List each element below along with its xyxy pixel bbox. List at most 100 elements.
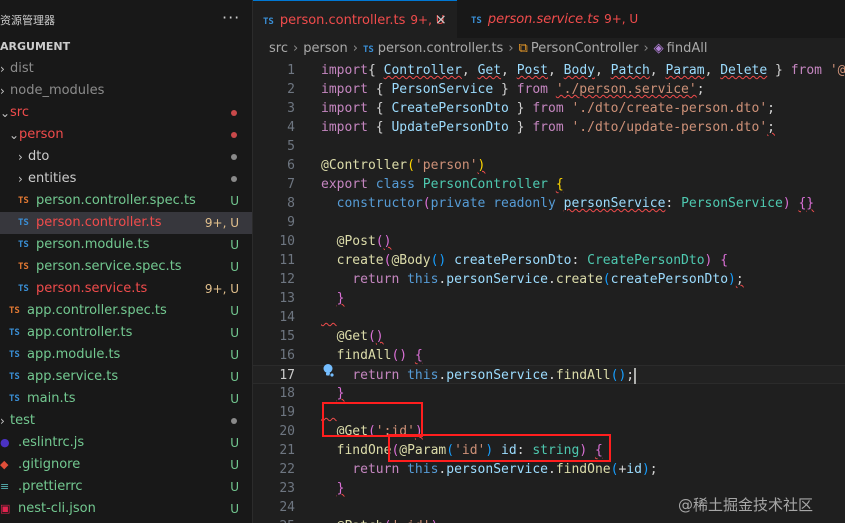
git-status-badge: 9+, U: [204, 216, 239, 230]
breadcrumb-src[interactable]: src: [269, 41, 288, 56]
line-number: 6: [287, 158, 295, 173]
code-line[interactable]: 15 @Get(): [253, 327, 845, 346]
line-number: 5: [287, 139, 295, 154]
code-line[interactable]: 1 import{ Controller, Get, Post, Body, Pa…: [253, 61, 845, 80]
status-dot-icon: [231, 176, 237, 182]
breadcrumb-class[interactable]: PersonController: [531, 41, 639, 56]
typescript-file-icon: TS: [9, 350, 20, 360]
code-line[interactable]: 3 import { CreatePersonDto } from './dto/…: [253, 99, 845, 118]
tree-item-gitignore[interactable]: ◆ .gitignore U: [0, 454, 252, 476]
tree-item-label: app.service.ts: [27, 369, 119, 384]
chevron-right-icon: ›: [643, 41, 649, 56]
line-number: 16: [279, 348, 295, 363]
line-number: 9: [287, 215, 295, 230]
typescript-file-icon: TS: [18, 218, 29, 228]
tree-item-person-service-ts[interactable]: TS person.service.ts 9+, U: [0, 278, 252, 300]
status-dot-icon: [231, 418, 237, 424]
close-icon[interactable]: ×: [435, 1, 447, 39]
tab-bar: TS person.controller.ts 9+, U × TS person.s…: [253, 0, 845, 38]
tree-item-prettierrc[interactable]: ≡ .prettierrc U: [0, 476, 252, 498]
code-line[interactable]: 25 @Patch(':id'): [253, 517, 845, 523]
chevron-right-icon: ›: [0, 84, 5, 98]
tree-item-entities[interactable]: › entities: [0, 168, 252, 190]
code-text: }: [336, 481, 345, 496]
tree-item-person[interactable]: ⌄ person: [0, 124, 252, 146]
tree-item-person-module-ts[interactable]: TS person.module.ts U: [0, 234, 252, 256]
tree-item-label: node_modules: [10, 83, 105, 98]
code-line[interactable]: 11 create(@Body() createPersonDto: Creat…: [253, 251, 845, 270]
tree-item-label: app.module.ts: [27, 347, 121, 362]
git-status-badge: U: [230, 348, 239, 362]
code-line[interactable]: 6 @Controller('person'): [253, 156, 845, 175]
workspace-section-header[interactable]: ARGUMENT: [0, 40, 70, 53]
tree-item-app-service-ts[interactable]: TS app.service.ts U: [0, 366, 252, 388]
chevron-right-icon: ›: [0, 414, 5, 428]
code-line[interactable]: 5: [253, 137, 845, 156]
tree-item-person-service-spec-ts[interactable]: TS person.service.spec.ts U: [0, 256, 252, 278]
breadcrumb-method[interactable]: findAll: [667, 41, 708, 56]
tree-item-person-controller-ts[interactable]: TS person.controller.ts 9+, U: [0, 212, 252, 234]
chevron-down-icon: ⌄: [0, 106, 11, 120]
tree-item-label: person.service.spec.ts: [36, 259, 182, 274]
git-status-badge: U: [230, 480, 239, 494]
code-text: return this.personService.findAll();: [352, 367, 637, 384]
tree-item-node-modules[interactable]: › node_modules: [0, 80, 252, 102]
code-line[interactable]: 13 }: [253, 289, 845, 308]
code-line[interactable]: 12 return this.personService.create(crea…: [253, 270, 845, 289]
tab-person-service[interactable]: TS person.service.ts 9+, U: [457, 0, 638, 38]
line-number: 12: [279, 272, 295, 287]
typescript-file-icon: TS: [18, 262, 29, 272]
tab-label: person.controller.ts: [279, 13, 406, 28]
code-text: @Get(): [336, 329, 384, 344]
line-number: 2: [287, 82, 295, 97]
lightbulb-icon[interactable]: [321, 363, 335, 377]
breadcrumb-file[interactable]: person.controller.ts: [378, 41, 504, 56]
class-symbol-icon: ⧉: [518, 41, 528, 56]
chevron-right-icon: ›: [18, 150, 23, 164]
line-number: 7: [287, 177, 295, 192]
code-line[interactable]: 14: [253, 308, 845, 327]
git-status-badge: U: [230, 326, 239, 340]
tree-item-eslintrc-js[interactable]: ● .eslintrc.js U: [0, 432, 252, 454]
code-line[interactable]: 2 import { PersonService } from './person…: [253, 80, 845, 99]
code-text: constructor(private readonly personServi…: [336, 196, 815, 211]
breadcrumb-person[interactable]: person: [303, 41, 348, 56]
typescript-file-icon: TS: [471, 16, 482, 26]
tree-item-label: person.module.ts: [36, 237, 150, 252]
git-file-icon: ◆: [0, 458, 9, 471]
tree-item-dto[interactable]: › dto: [0, 146, 252, 168]
code-line[interactable]: 10 @Post(): [253, 232, 845, 251]
code-line[interactable]: 7 export class PersonController {: [253, 175, 845, 194]
tree-item-label: dist: [10, 61, 34, 76]
line-number: 25: [253, 517, 295, 523]
tree-item-label: person: [19, 127, 64, 142]
tree-item-label: app.controller.ts: [27, 325, 133, 340]
code-line[interactable]: 17 return this.personService.findAll();: [253, 365, 845, 384]
more-actions-icon[interactable]: ···: [222, 8, 240, 27]
git-status-badge: 9+, U: [204, 282, 239, 296]
code-line[interactable]: 8 constructor(private readonly personSer…: [253, 194, 845, 213]
code-line[interactable]: 9: [253, 213, 845, 232]
tree-item-label: entities: [28, 171, 77, 186]
code-text: import { PersonService } from './person.…: [321, 82, 705, 97]
code-line[interactable]: 22 return this.personService.findOne(+id…: [253, 460, 845, 479]
code-text: @Patch(':id'): [321, 517, 439, 523]
git-status-badge: U: [230, 436, 239, 450]
tree-item-test[interactable]: › test: [0, 410, 252, 432]
tree-item-app-module-ts[interactable]: TS app.module.ts U: [0, 344, 252, 366]
tree-item-src[interactable]: ⌄ src: [0, 102, 252, 124]
code-line[interactable]: 4 import { UpdatePersonDto } from './dto/…: [253, 118, 845, 137]
tree-item-nest-cli-json[interactable]: ▣ nest-cli.json U: [0, 498, 252, 520]
tree-item-app-controller-ts[interactable]: TS app.controller.ts U: [0, 322, 252, 344]
line-number: 13: [279, 291, 295, 306]
tree-item-main-ts[interactable]: TS main.ts U: [0, 388, 252, 410]
code-line[interactable]: 18 }: [253, 384, 845, 403]
tree-item-app-controller-spec-ts[interactable]: TS app.controller.spec.ts U: [0, 300, 252, 322]
tree-item-dist[interactable]: › dist: [0, 58, 252, 80]
tree-item-person-controller-spec-ts[interactable]: TS person.controller.spec.ts U: [0, 190, 252, 212]
cfg-file-icon: ≡: [0, 480, 10, 493]
code-line[interactable]: 16 findAll() {: [253, 346, 845, 365]
git-status-badge: U: [230, 370, 239, 384]
tab-person-controller[interactable]: TS person.controller.ts 9+, U ×: [253, 0, 457, 38]
explorer-header: 资源管理器 ···: [0, 0, 252, 38]
